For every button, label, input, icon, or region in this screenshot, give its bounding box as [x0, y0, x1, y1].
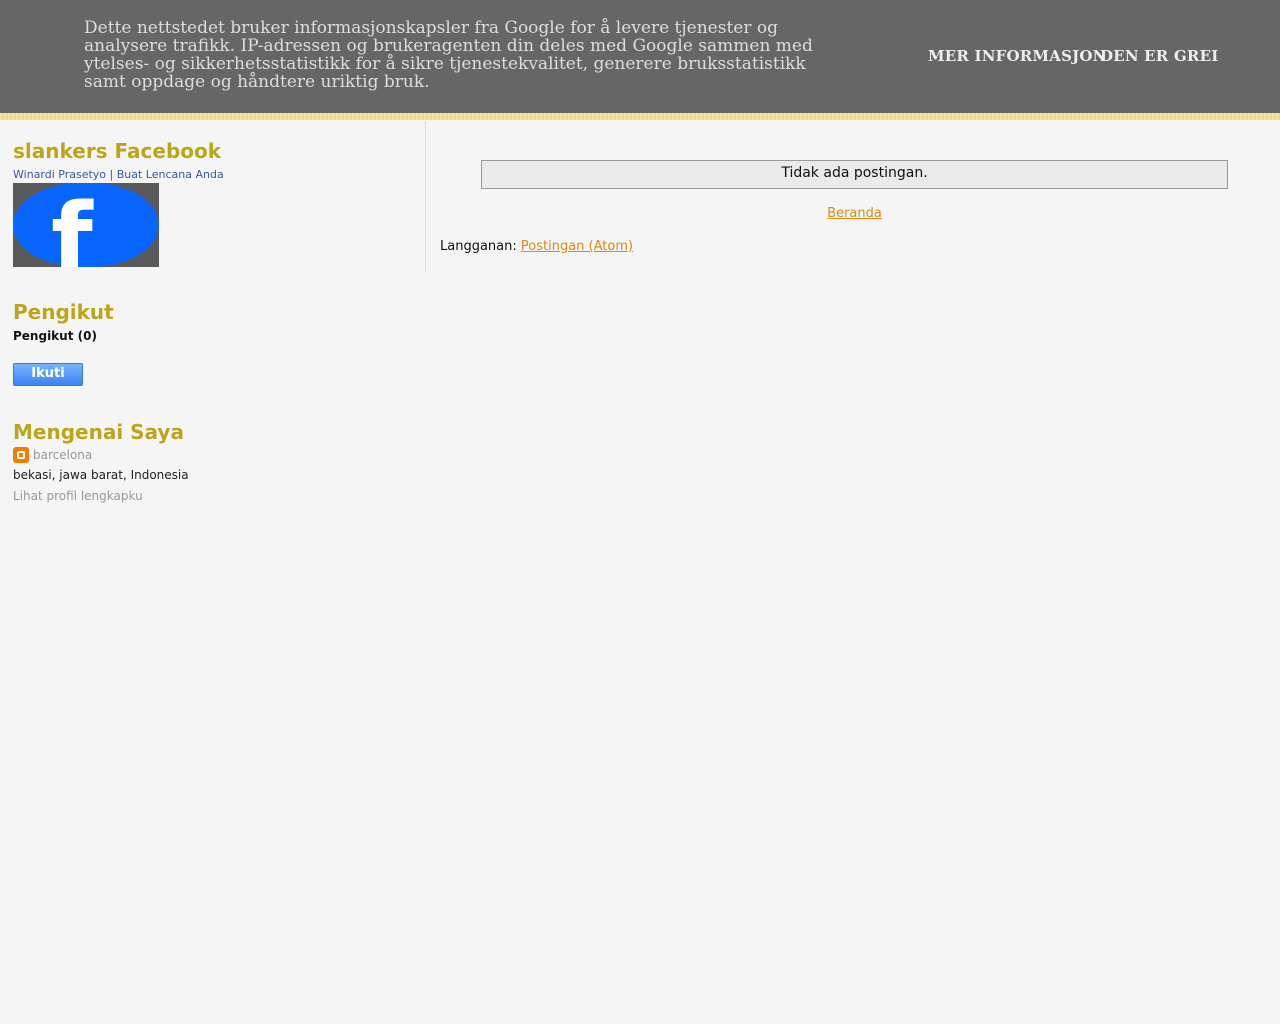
facebook-badge-image[interactable]: f — [13, 183, 159, 267]
home-link[interactable]: Beranda — [827, 206, 882, 221]
facebook-widget-title: slankers Facebook — [13, 139, 222, 163]
followers-widget: Pengikut Pengikut (0) Ikuti — [13, 267, 423, 386]
atom-feed-link[interactable]: Postingan (Atom) — [521, 239, 633, 254]
cookie-notice-text: Dette nettstedet bruker informasjonskaps… — [84, 18, 813, 92]
followers-count[interactable]: Pengikut (0) — [13, 329, 423, 343]
subscribe-label: Langganan: — [440, 239, 521, 254]
home-link-wrap: Beranda — [481, 202, 1228, 221]
facebook-f-letter: f — [51, 183, 93, 267]
blogger-icon — [13, 447, 29, 463]
sidebar: slankers Facebook Winardi Prasetyo | Bua… — [13, 120, 423, 503]
profile-name-row: barcelona — [13, 447, 423, 463]
about-widget: Mengenai Saya barcelona bekasi, jawa bar… — [13, 386, 423, 503]
profile-name-link[interactable]: barcelona — [33, 447, 92, 463]
facebook-widget: slankers Facebook Winardi Prasetyo | Bua… — [13, 120, 423, 267]
facebook-badge-link[interactable]: Winardi Prasetyo | Buat Lencana Anda — [13, 168, 423, 182]
more-info-button[interactable]: MER INFORMASJON — [928, 47, 1107, 65]
follow-button[interactable]: Ikuti — [13, 363, 83, 386]
sidebar-divider — [425, 122, 426, 272]
followers-widget-title: Pengikut — [13, 300, 114, 324]
header-stripe — [0, 113, 1280, 120]
about-widget-title: Mengenai Saya — [13, 420, 184, 444]
accept-cookies-button[interactable]: DEN ER GREI — [1100, 47, 1218, 65]
cookie-banner: Dette nettstedet bruker informasjonskaps… — [0, 0, 1280, 113]
profile-location: bekasi, jawa barat, Indonesia — [13, 468, 189, 482]
no-posts-message: Tidak ada postingan. — [481, 160, 1228, 189]
view-full-profile-link[interactable]: Lihat profil lengkapku — [13, 489, 423, 503]
subscribe-row: Langganan: Postingan (Atom) — [440, 239, 633, 255]
